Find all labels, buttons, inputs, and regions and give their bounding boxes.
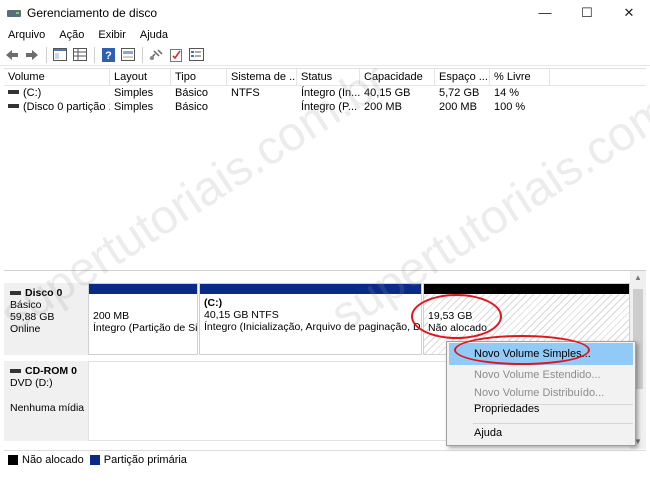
properties-grid-icon[interactable] xyxy=(72,47,88,63)
volume-icon xyxy=(8,90,19,95)
cdrom-icon xyxy=(10,369,21,374)
close-button[interactable]: ✕ xyxy=(608,0,650,25)
cell-volume: (C:) xyxy=(23,87,42,99)
cell-status: Íntegro (In... xyxy=(301,87,360,99)
menu-arquivo[interactable]: Arquivo xyxy=(0,29,52,41)
cdrom-0-type: DVD (D:) xyxy=(10,377,53,389)
cell-espaco: 200 MB xyxy=(439,101,477,113)
console-tree-icon[interactable] xyxy=(52,47,68,63)
volume-list: Volume Layout Tipo Sistema de ... Status… xyxy=(4,68,646,268)
partition-status: Íntegro (Partição de Sis xyxy=(93,322,197,334)
help-icon[interactable]: ? xyxy=(100,47,116,63)
partition-bar xyxy=(89,284,197,294)
column-percent-livre[interactable]: % Livre xyxy=(490,69,550,85)
cell-tipo: Básico xyxy=(175,101,209,113)
partition-status: Íntegro (Inicialização, Arquivo de pagin… xyxy=(204,321,421,333)
disk-0-status: Online xyxy=(10,323,41,335)
connect-disk-icon[interactable] xyxy=(148,47,164,63)
legend-unallocated: Não alocado xyxy=(22,453,84,466)
legend-primary: Partição primária xyxy=(103,453,187,466)
partition-system[interactable]: 200 MB Íntegro (Partição de Sis xyxy=(88,283,198,355)
menu-ajuda[interactable]: Ajuda xyxy=(133,29,175,41)
disk-0-size: 59,88 GB xyxy=(10,311,55,323)
menu-acao[interactable]: Ação xyxy=(52,29,91,41)
volume-icon xyxy=(8,104,19,109)
cell-capacidade: 200 MB xyxy=(364,101,402,113)
disk-list-icon[interactable] xyxy=(188,47,204,63)
window-title: Gerenciamento de disco xyxy=(27,5,158,20)
cell-espaco: 5,72 GB xyxy=(439,87,480,99)
annotation-circle-unallocated xyxy=(411,294,502,339)
partition-bar xyxy=(200,284,421,294)
maximize-button[interactable]: ☐ xyxy=(566,0,608,25)
column-sistema-de-arquivos[interactable]: Sistema de ... xyxy=(227,69,297,85)
cell-sistema xyxy=(227,100,297,114)
view-pane-icon[interactable] xyxy=(120,47,136,63)
cell-layout: Simples xyxy=(114,101,154,113)
disk-0-label[interactable]: Disco 0 Básico 59,88 GB Online xyxy=(4,283,88,355)
title-bar: Gerenciamento de disco — ☐ ✕ xyxy=(0,0,650,25)
toolbar-separator xyxy=(46,46,47,63)
cdrom-0-label[interactable]: CD-ROM 0 DVD (D:) Nenhuma mídia xyxy=(4,361,88,441)
unallocated-bar xyxy=(424,284,629,294)
cell-capacidade: 40,15 GB xyxy=(364,87,411,99)
column-espaco-livre[interactable]: Espaço ... xyxy=(435,69,490,85)
cell-layout: Simples xyxy=(114,87,154,99)
list-header: Volume Layout Tipo Sistema de ... Status… xyxy=(4,69,646,86)
partition-size: 200 MB xyxy=(93,310,130,322)
disk-management-icon xyxy=(7,7,21,19)
minimize-button[interactable]: — xyxy=(524,0,566,25)
disk-0-name: Disco 0 xyxy=(25,287,63,299)
cell-sistema: NTFS xyxy=(231,87,260,99)
cell-percent: 100 % xyxy=(494,101,526,113)
toolbar-separator xyxy=(142,46,143,63)
table-row[interactable]: (C:) Simples Básico NTFS Íntegro (In... … xyxy=(4,86,646,100)
menu-exibir[interactable]: Exibir xyxy=(91,29,133,41)
primary-partition-swatch xyxy=(89,454,100,465)
checklist-icon[interactable] xyxy=(168,47,184,63)
column-tipo[interactable]: Tipo xyxy=(171,69,227,85)
column-volume[interactable]: Volume xyxy=(4,69,110,85)
column-layout[interactable]: Layout xyxy=(110,69,171,85)
partition-size: 40,15 GB NTFS xyxy=(204,309,279,321)
menu-item-ajuda[interactable]: Ajuda xyxy=(449,422,633,444)
svg-text:?: ? xyxy=(105,50,112,62)
column-capacidade[interactable]: Capacidade xyxy=(360,69,435,85)
toolbar-separator xyxy=(94,46,95,63)
cell-volume: (Disco 0 partição 1) xyxy=(23,101,110,113)
legend: Não alocado Partição primária xyxy=(4,450,646,468)
cell-tipo: Básico xyxy=(175,87,209,99)
cdrom-0-name: CD-ROM 0 xyxy=(25,365,77,377)
disk-0-type: Básico xyxy=(10,299,42,311)
scroll-up-icon[interactable]: ▲ xyxy=(630,271,646,285)
forward-arrow-icon[interactable] xyxy=(24,47,40,63)
cell-status: Íntegro (P... xyxy=(301,101,358,113)
column-status[interactable]: Status xyxy=(297,69,360,85)
table-row[interactable]: (Disco 0 partição 1) Simples Básico Ínte… xyxy=(4,100,646,114)
toolbar: ? xyxy=(0,44,650,66)
unallocated-swatch xyxy=(8,454,18,465)
menu-bar: Arquivo Ação Exibir Ajuda xyxy=(0,25,650,44)
hard-disk-icon xyxy=(10,291,21,296)
annotation-circle-new-volume xyxy=(454,335,590,365)
menu-item-propriedades[interactable]: Propriedades xyxy=(449,398,633,420)
back-arrow-icon[interactable] xyxy=(4,47,20,63)
cdrom-0-status: Nenhuma mídia xyxy=(10,402,85,414)
partition-title: (C:) xyxy=(204,297,223,309)
partition-c[interactable]: (C:) 40,15 GB NTFS Íntegro (Inicializaçã… xyxy=(199,283,422,355)
cell-percent: 14 % xyxy=(494,87,520,99)
